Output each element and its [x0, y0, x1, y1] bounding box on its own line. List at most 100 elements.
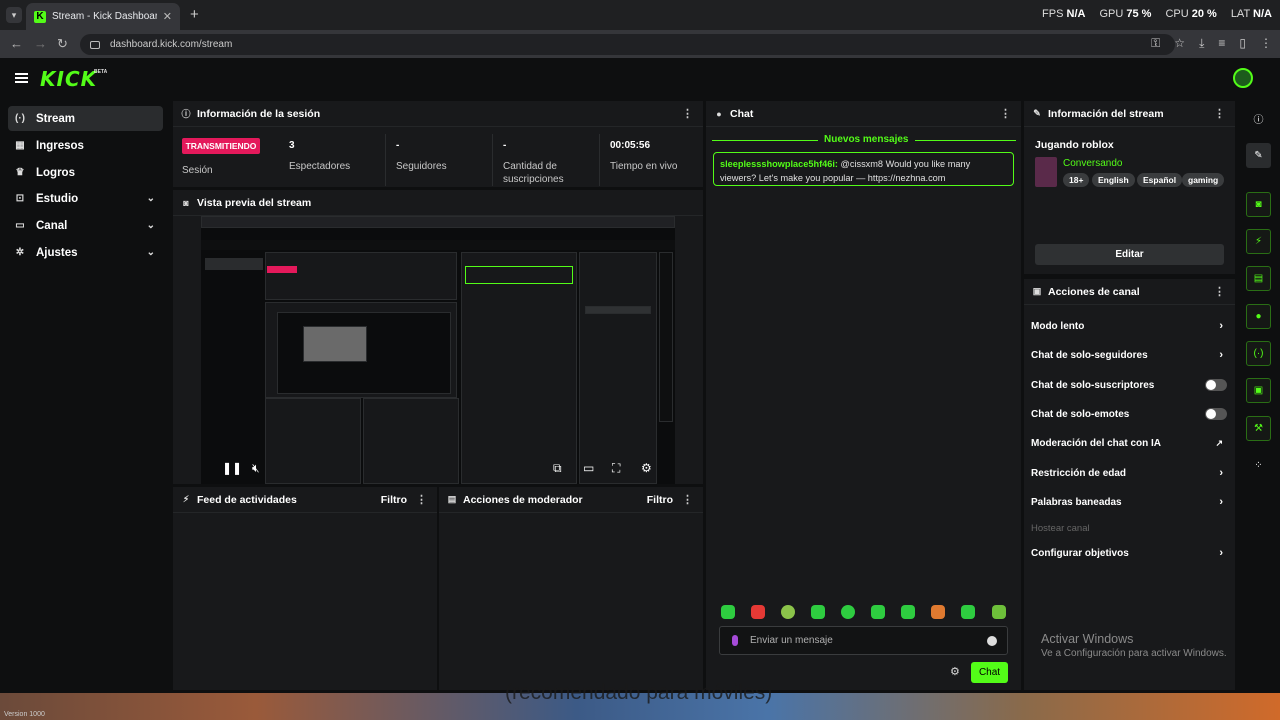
- edit-icon[interactable]: ✎: [1246, 143, 1271, 168]
- download-icon[interactable]: ⤓: [1199, 36, 1204, 51]
- emote-icon[interactable]: [811, 605, 825, 619]
- camera-icon: ◙: [183, 197, 189, 208]
- tools-icon[interactable]: ▣: [1246, 378, 1271, 403]
- avatar[interactable]: [1233, 68, 1253, 88]
- new-messages-label[interactable]: Nuevos mensajes: [818, 134, 915, 145]
- filter-button[interactable]: Filtro: [381, 494, 407, 506]
- sidebar-item-ajustes[interactable]: ✲ Ajustes ⌄: [8, 240, 163, 265]
- menu-icon[interactable]: ⋮: [1260, 36, 1272, 51]
- layout-icon[interactable]: ⁘: [1246, 453, 1271, 478]
- action-age-restriction[interactable]: Restricción de edad ›: [1031, 465, 1227, 481]
- kebab-menu-icon[interactable]: ⋮: [1000, 107, 1011, 120]
- chevron-down-icon: ⌄: [146, 247, 155, 258]
- close-tab-icon[interactable]: ✕: [163, 10, 172, 23]
- chat-icon[interactable]: ●: [1246, 304, 1271, 329]
- emote-icon[interactable]: [901, 605, 915, 619]
- key-icon[interactable]: ⚿: [1151, 36, 1160, 51]
- kebab-menu-icon[interactable]: ⋮: [1214, 107, 1225, 120]
- info-icon[interactable]: ⓘ: [1246, 106, 1271, 131]
- kick-logo[interactable]: KICK: [40, 67, 97, 91]
- camera-icon[interactable]: ◙: [1246, 192, 1271, 217]
- bolt-icon[interactable]: ⚡︎: [1246, 229, 1271, 254]
- stat-value: -: [396, 140, 400, 151]
- stat-label: Tiempo en vivo: [610, 161, 678, 172]
- filter-button[interactable]: Filtro: [647, 494, 673, 506]
- fullscreen-icon[interactable]: ⛶: [612, 461, 620, 476]
- emote-icon[interactable]: [751, 605, 765, 619]
- emote-icon[interactable]: [721, 605, 735, 619]
- action-host-channel: Hostear canal: [1031, 520, 1227, 536]
- browser-tab-bar: ▾ K Stream - Kick Dashboard ✕ + FPS N/A …: [0, 0, 1280, 30]
- action-emotes-only: Chat de solo-emotes: [1031, 406, 1227, 422]
- action-followers-only[interactable]: Chat de solo-seguidores ›: [1031, 347, 1227, 363]
- chat-message[interactable]: sleeplessshowplace5hf46i: @cissxm8 Would…: [713, 152, 1014, 186]
- tab-search-button[interactable]: ▾: [6, 7, 22, 23]
- channel-actions-panel: ▣ Acciones de canal ⋮: [1024, 279, 1235, 690]
- new-tab-button[interactable]: +: [190, 6, 199, 23]
- clipboard-icon[interactable]: ▤: [1246, 266, 1271, 291]
- star-icon[interactable]: ☆: [1174, 36, 1185, 51]
- mute-icon[interactable]: 🔇︎: [252, 461, 260, 476]
- performance-overlay: FPS N/A GPU 75 % CPU 20 % LAT N/A: [1042, 8, 1272, 20]
- action-label: Restricción de edad: [1031, 467, 1127, 479]
- action-configure-goals[interactable]: Configurar objetivos ›: [1031, 545, 1227, 561]
- sidepanel-icon[interactable]: ▯: [1239, 36, 1246, 51]
- forward-icon[interactable]: →: [34, 36, 47, 51]
- microphone-icon[interactable]: [732, 635, 738, 646]
- theater-icon[interactable]: ▭: [583, 461, 594, 475]
- sidebar-item-label: Logros: [36, 166, 75, 179]
- emote-icon[interactable]: [961, 605, 975, 619]
- url-field[interactable]: dashboard.kick.com/stream: [80, 34, 1175, 55]
- emote-icon[interactable]: [871, 605, 885, 619]
- emote-icon[interactable]: [992, 605, 1006, 619]
- stream-preview-video[interactable]: [201, 216, 675, 484]
- pip-icon[interactable]: ⧉: [553, 461, 562, 476]
- chat-username[interactable]: sleeplessshowplace5hf46i:: [720, 159, 838, 169]
- playlist-icon[interactable]: ≡: [1218, 36, 1225, 51]
- chat-panel: ● Chat ⋮: [706, 101, 1021, 690]
- sidebar-item-label: Ajustes: [36, 246, 78, 259]
- sidebar-item-stream[interactable]: (·) Stream: [8, 106, 163, 131]
- emotes-only-toggle[interactable]: [1205, 408, 1227, 420]
- action-ai-moderation[interactable]: Moderación del chat con IA ↗: [1031, 435, 1227, 451]
- action-label: Chat de solo-seguidores: [1031, 349, 1148, 361]
- sidebar-item-logros[interactable]: ♛ Logros: [8, 160, 163, 185]
- sidebar: (·) Stream ▦ Ingresos ♛ Logros ⊡ Estudio ⌄ ▭ C…: [0, 100, 170, 700]
- wrench-icon[interactable]: ⚒: [1246, 416, 1271, 441]
- action-banned-words[interactable]: Palabras baneadas ›: [1031, 494, 1227, 510]
- settings-icon[interactable]: ⚙: [641, 461, 652, 475]
- cpu-value: 20 %: [1191, 8, 1217, 20]
- hamburger-icon[interactable]: [15, 73, 28, 83]
- kebab-menu-icon[interactable]: ⋮: [1214, 285, 1225, 298]
- app-header: [0, 58, 1280, 100]
- sidebar-item-estudio[interactable]: ⊡ Estudio ⌄: [8, 186, 163, 211]
- kebab-menu-icon[interactable]: ⋮: [416, 493, 427, 506]
- site-info-icon[interactable]: [90, 40, 100, 49]
- trophy-icon: ♛: [15, 167, 25, 178]
- emote-icon[interactable]: [841, 605, 855, 619]
- kebab-menu-icon[interactable]: ⋮: [682, 107, 693, 120]
- chat-send-button[interactable]: Chat: [971, 662, 1008, 683]
- broadcast-icon[interactable]: (·): [1246, 341, 1271, 366]
- sidebar-item-ingresos[interactable]: ▦ Ingresos: [8, 133, 163, 158]
- category-link[interactable]: Conversando: [1063, 158, 1122, 169]
- back-icon[interactable]: ←: [10, 36, 23, 51]
- emote-icon[interactable]: [781, 605, 795, 619]
- sidebar-item-canal[interactable]: ▭ Canal ⌄: [8, 213, 163, 238]
- reload-icon[interactable]: ↻: [57, 36, 68, 52]
- panel-title: Acciones de canal: [1048, 285, 1140, 298]
- emote-icon[interactable]: [931, 605, 945, 619]
- kebab-menu-icon[interactable]: ⋮: [682, 493, 693, 506]
- edit-stream-button[interactable]: Editar: [1035, 244, 1224, 265]
- panel-header: ⚡︎ Feed de actividades Filtro ⋮: [173, 487, 437, 513]
- action-slow-mode[interactable]: Modo lento ›: [1031, 318, 1227, 334]
- chat-input[interactable]: Enviar un mensaje: [719, 626, 1008, 655]
- browser-tab[interactable]: K Stream - Kick Dashboard ✕: [26, 3, 180, 30]
- version-label: Version 1000: [4, 711, 45, 718]
- emoji-picker-icon[interactable]: [987, 636, 997, 646]
- subscribers-only-toggle[interactable]: [1205, 379, 1227, 391]
- pause-icon[interactable]: ❚❚: [222, 461, 242, 475]
- chat-settings-icon[interactable]: ⚙: [950, 665, 960, 678]
- panel-header: ▤ Acciones de moderador Filtro ⋮: [439, 487, 703, 513]
- video-mirror-window: [303, 326, 367, 362]
